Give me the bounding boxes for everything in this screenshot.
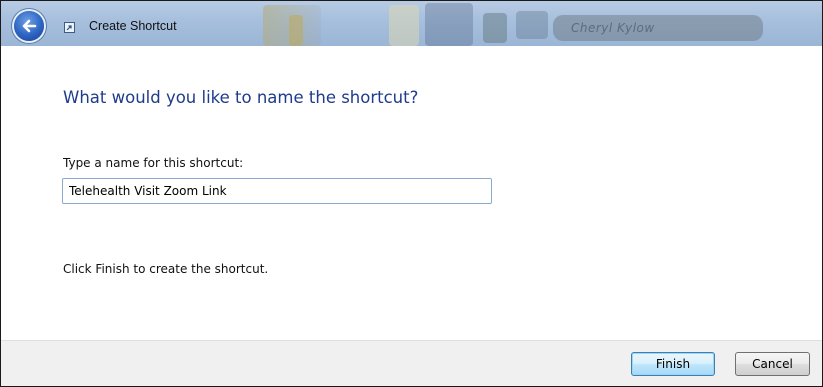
cancel-button[interactable]: Cancel [735, 352, 810, 376]
back-button[interactable] [14, 11, 44, 41]
background-blur [483, 13, 507, 43]
shortcut-name-label: Type a name for this shortcut: [63, 156, 244, 170]
background-blur [289, 15, 303, 46]
window-title: Create Shortcut [89, 19, 177, 33]
title-bar: Cheryl Kylow Create Shortcut [1, 1, 822, 46]
background-blur [425, 3, 473, 46]
background-blur [516, 11, 548, 39]
shortcut-icon [64, 22, 75, 33]
create-shortcut-window: Cheryl Kylow Create Shortcut What would … [0, 0, 823, 387]
background-blur-text: Cheryl Kylow [571, 21, 655, 35]
back-arrow-icon [22, 19, 37, 33]
shortcut-name-input[interactable] [62, 178, 492, 204]
wizard-content: What would you like to name the shortcut… [1, 46, 822, 340]
finish-hint-text: Click Finish to create the shortcut. [63, 262, 269, 276]
page-heading: What would you like to name the shortcut… [63, 88, 419, 107]
button-bar: Finish Cancel [1, 340, 822, 386]
background-blur [389, 5, 419, 46]
finish-button[interactable]: Finish [631, 352, 715, 376]
